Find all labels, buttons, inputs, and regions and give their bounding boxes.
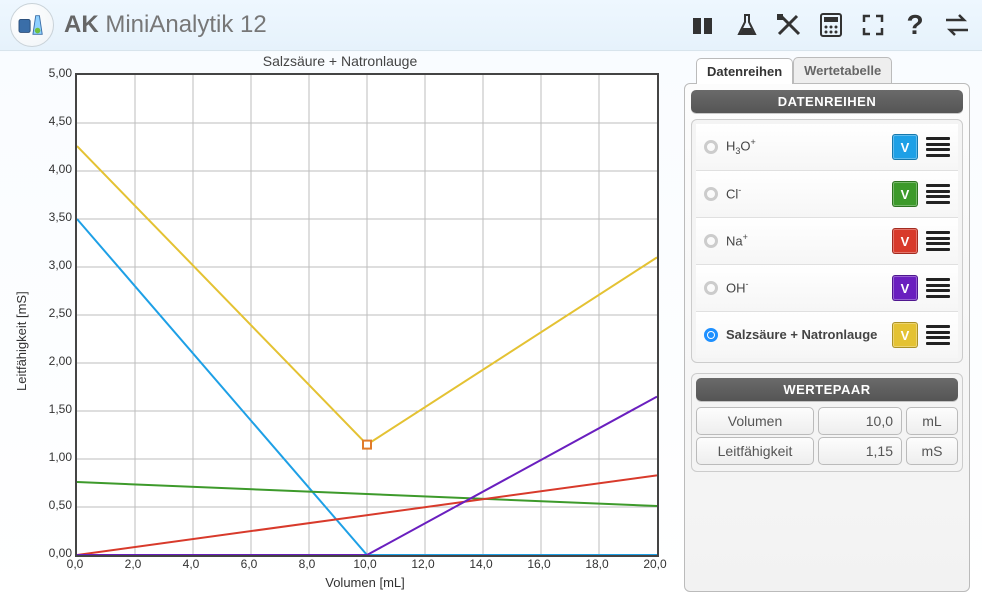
x-tick: 18,0	[585, 557, 608, 571]
chart-title: Salzsäure + Natronlauge	[0, 53, 680, 69]
series-visibility-button[interactable]: V	[892, 228, 918, 254]
toolbar: ?	[690, 10, 972, 40]
y-tick: 5,00	[40, 66, 72, 80]
series-radio[interactable]	[704, 234, 718, 248]
tab-bar: Datenreihen Wertetabelle	[696, 57, 970, 83]
fullscreen-icon[interactable]	[858, 10, 888, 40]
series-visibility-button[interactable]: V	[892, 322, 918, 348]
x-tick: 16,0	[527, 557, 550, 571]
pair-volume-unit: mL	[906, 407, 958, 435]
series-row[interactable]: H3O+ V	[696, 124, 958, 171]
pair-section-head: WERTEPAAR	[696, 378, 958, 401]
y-tick: 4,50	[40, 114, 72, 128]
pair-cond-unit: mS	[906, 437, 958, 465]
flask-icon[interactable]	[732, 10, 762, 40]
series-name: Salzsäure + Natronlauge	[726, 328, 884, 342]
beakers-icon[interactable]	[690, 10, 720, 40]
series-visibility-button[interactable]: V	[892, 134, 918, 160]
y-tick: 2,50	[40, 306, 72, 320]
y-tick: 3,50	[40, 210, 72, 224]
chart-area: Salzsäure + Natronlauge Leitfähigkeit [m…	[0, 51, 680, 597]
calculator-icon[interactable]	[816, 10, 846, 40]
series-radio[interactable]	[704, 187, 718, 201]
series-row[interactable]: Na+ V	[696, 218, 958, 265]
series-name: OH-	[726, 280, 884, 296]
side-panel: DATENREIHEN H3O+VCl-VNa+VOH-VSalzsäure +…	[684, 83, 970, 592]
y-tick: 1,50	[40, 402, 72, 416]
series-menu-icon[interactable]	[926, 182, 950, 206]
x-tick: 12,0	[411, 557, 434, 571]
tools-icon[interactable]	[774, 10, 804, 40]
y-tick: 4,00	[40, 162, 72, 176]
series-menu-icon[interactable]	[926, 323, 950, 347]
series-name: H3O+	[726, 138, 884, 157]
help-icon[interactable]: ?	[900, 10, 930, 40]
series-name: Na+	[726, 233, 884, 249]
tab-datenreihen[interactable]: Datenreihen	[696, 58, 793, 84]
app-title: AK MiniAnalytik 12	[64, 11, 267, 39]
x-tick: 6,0	[241, 557, 258, 571]
pair-volume-label: Volumen	[696, 407, 814, 435]
value-pair-box: WERTEPAAR Volumen 10,0 mL Leitfähigkeit …	[691, 373, 963, 472]
x-tick: 4,0	[183, 557, 200, 571]
x-tick: 20,0	[643, 557, 666, 571]
y-tick: 2,00	[40, 354, 72, 368]
series-menu-icon[interactable]	[926, 135, 950, 159]
series-row[interactable]: Salzsäure + Natronlauge V	[696, 312, 958, 358]
pair-cond-value: 1,15	[818, 437, 902, 465]
y-tick: 1,00	[40, 450, 72, 464]
x-tick: 2,0	[125, 557, 142, 571]
x-tick: 0,0	[67, 557, 84, 571]
x-tick: 8,0	[299, 557, 316, 571]
pair-volume-value: 10,0	[818, 407, 902, 435]
series-list: H3O+VCl-VNa+VOH-VSalzsäure + Natronlauge…	[691, 119, 963, 363]
y-axis-label: Leitfähigkeit [mS]	[14, 291, 29, 391]
y-tick: 3,00	[40, 258, 72, 272]
app-header: AK MiniAnalytik 12 ?	[0, 0, 982, 51]
series-visibility-button[interactable]: V	[892, 275, 918, 301]
series-radio[interactable]	[704, 328, 718, 342]
x-tick: 14,0	[469, 557, 492, 571]
series-radio[interactable]	[704, 140, 718, 154]
pair-cond-label: Leitfähigkeit	[696, 437, 814, 465]
x-tick: 10,0	[353, 557, 376, 571]
series-name: Cl-	[726, 186, 884, 202]
y-tick: 0,50	[40, 498, 72, 512]
series-visibility-button[interactable]: V	[892, 181, 918, 207]
plot-box[interactable]	[75, 73, 659, 557]
series-row[interactable]: Cl- V	[696, 171, 958, 218]
app-logo	[10, 3, 54, 47]
swap-icon[interactable]	[942, 10, 972, 40]
series-menu-icon[interactable]	[926, 276, 950, 300]
series-section-head: DATENREIHEN	[691, 90, 963, 113]
series-menu-icon[interactable]	[926, 229, 950, 253]
series-row[interactable]: OH- V	[696, 265, 958, 312]
chart-svg	[77, 75, 657, 555]
tab-wertetabelle[interactable]: Wertetabelle	[793, 57, 892, 83]
series-radio[interactable]	[704, 281, 718, 295]
x-axis-label: Volumen [mL]	[75, 575, 655, 590]
